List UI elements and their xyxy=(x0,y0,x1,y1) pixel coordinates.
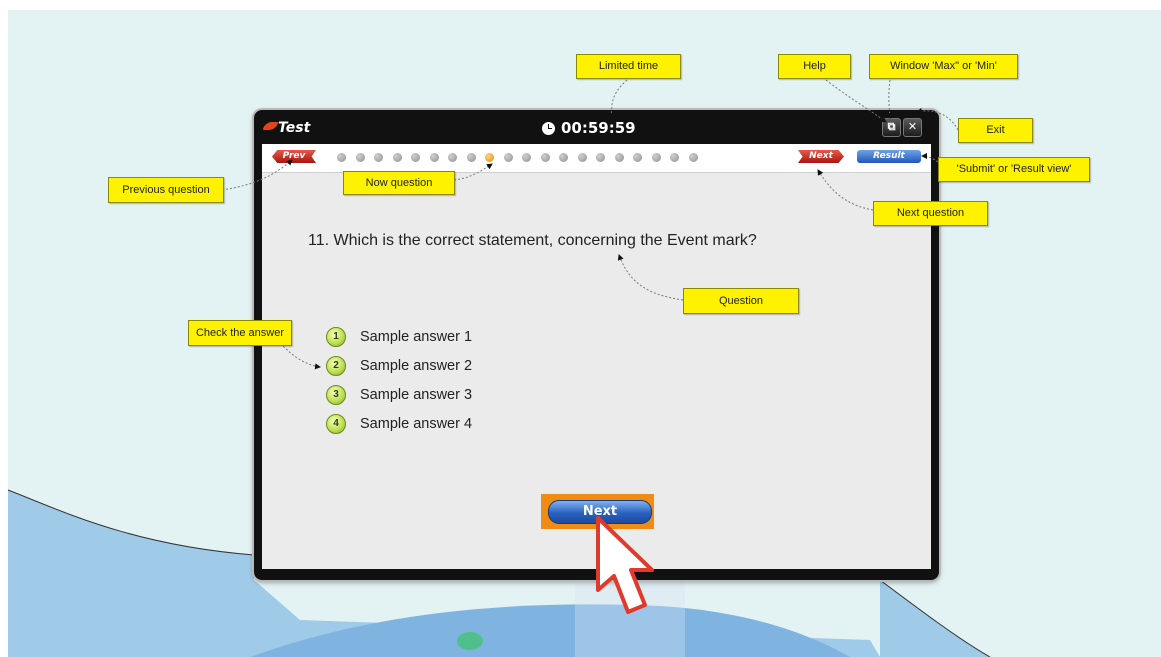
question-text: 11. Which is the correct statement, conc… xyxy=(308,232,757,250)
title-bar: Test 00:59:59 ⧉ ✕ xyxy=(254,110,939,142)
question-dot[interactable] xyxy=(355,153,365,162)
question-dot[interactable] xyxy=(522,153,531,162)
answer-number-badge: 3 xyxy=(326,385,346,405)
next-question-button[interactable]: Next xyxy=(798,150,844,163)
callout-previous-question: Previous question xyxy=(108,177,224,203)
callout-window-max-min: Window 'Max" or 'Min' xyxy=(869,54,1018,79)
question-dot[interactable] xyxy=(688,153,698,162)
callout-now-question: Now question xyxy=(343,171,455,195)
timer-value: 00:59:59 xyxy=(561,119,636,137)
question-body: Which is the correct statement, concerni… xyxy=(333,232,757,249)
question-dot[interactable] xyxy=(651,153,661,162)
question-dot[interactable] xyxy=(559,153,568,162)
question-navigator: Prev Next Result xyxy=(262,144,931,173)
next-button[interactable]: Next xyxy=(548,500,652,524)
callout-submit-result: 'Submit' or 'Result view' xyxy=(938,157,1090,182)
current-question-dot[interactable] xyxy=(485,153,494,162)
question-dot[interactable] xyxy=(670,153,679,162)
question-dot[interactable] xyxy=(392,153,402,162)
question-dot[interactable] xyxy=(614,153,624,162)
callout-question: Question xyxy=(683,288,799,314)
question-number: 11. xyxy=(308,232,330,249)
question-dot[interactable] xyxy=(503,153,513,162)
question-dot[interactable] xyxy=(577,153,587,162)
map-island xyxy=(457,632,483,650)
question-dot[interactable] xyxy=(448,153,457,162)
answer-label: Sample answer 3 xyxy=(360,387,473,403)
window-toggle-button[interactable]: ⧉ xyxy=(882,118,901,137)
question-dot[interactable] xyxy=(466,153,476,162)
question-dot[interactable] xyxy=(411,153,420,162)
tutorial-screenshot: Test 00:59:59 ⧉ ✕ Prev Next Result 11. W… xyxy=(0,0,1161,657)
callout-exit: Exit xyxy=(958,118,1033,143)
answer-number-badge: 1 xyxy=(326,327,346,347)
callout-next-question: Next question xyxy=(873,201,988,226)
answer-option-1[interactable]: 1 Sample answer 1 xyxy=(326,327,472,347)
app-logo-icon xyxy=(262,122,279,130)
answer-option-4[interactable]: 4 Sample answer 4 xyxy=(326,414,472,434)
map-cursor-glow xyxy=(575,570,685,657)
question-dot[interactable] xyxy=(540,153,550,162)
question-dot[interactable] xyxy=(633,153,642,162)
answer-option-3[interactable]: 3 Sample answer 3 xyxy=(326,385,472,405)
window-title: Test xyxy=(278,120,311,136)
prev-question-button[interactable]: Prev xyxy=(272,150,316,163)
callout-help: Help xyxy=(778,54,851,79)
callout-limited-time: Limited time xyxy=(576,54,681,79)
question-dot[interactable] xyxy=(374,153,383,162)
answer-label: Sample answer 4 xyxy=(360,416,473,432)
answer-number-badge: 2 xyxy=(326,356,346,376)
clock-icon xyxy=(542,121,555,135)
answer-label: Sample answer 2 xyxy=(360,358,473,374)
question-dot[interactable] xyxy=(429,153,439,162)
answer-option-2[interactable]: 2 Sample answer 2 xyxy=(326,356,472,376)
close-button[interactable]: ✕ xyxy=(903,118,922,137)
question-dot[interactable] xyxy=(337,153,346,162)
answer-label: Sample answer 1 xyxy=(360,329,473,345)
countdown-timer: 00:59:59 xyxy=(542,119,636,137)
callout-check-answer: Check the answer xyxy=(188,320,292,346)
result-button[interactable]: Result xyxy=(857,150,921,163)
answer-number-badge: 4 xyxy=(326,414,346,434)
question-dot[interactable] xyxy=(596,153,605,162)
